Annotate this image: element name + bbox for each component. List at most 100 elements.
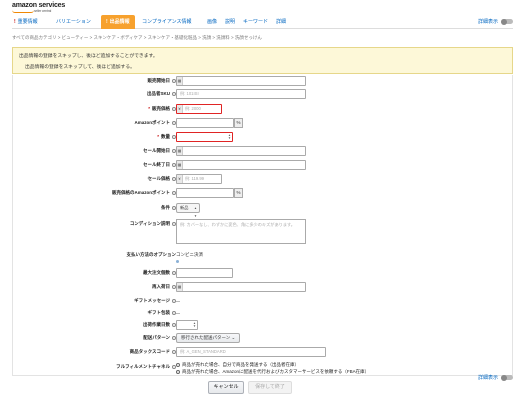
restock-date-input[interactable]: ▦: [176, 282, 306, 292]
tab-label: 重要情報: [17, 19, 38, 25]
amazon-services-logo[interactable]: amazon services seller central: [12, 2, 66, 13]
sale-start-row: セール開始日 ▦: [13, 146, 514, 158]
field-label: セール終了日: [143, 162, 176, 168]
tab-label: キーワード: [243, 19, 269, 25]
skip-offer-banner: 出品情報の登録をスキップし、後ほど追加することができます。 出品情報の登録をスキ…: [12, 47, 513, 74]
sale-end-input[interactable]: ▦: [176, 160, 306, 170]
yen-icon: ¥: [177, 105, 183, 113]
save-and-finish-button[interactable]: 保存して終了: [248, 381, 292, 394]
calendar-icon[interactable]: ▦: [177, 77, 183, 85]
tab-label: 出品情報: [109, 19, 130, 25]
field-label: 商品タックスコード: [130, 349, 176, 355]
lead-time-stepper[interactable]: ▲ ▼: [176, 320, 198, 330]
release-date-row: 販売開始日 ▦: [13, 76, 514, 88]
footer: キャンセル 保存して終了 詳細表示: [12, 374, 513, 400]
advanced-view-label: 詳細表示: [477, 375, 498, 381]
radio-button[interactable]: [176, 369, 180, 374]
advanced-view-toggle-bottom[interactable]: 詳細表示: [478, 374, 513, 381]
shipping-template-row: 配送パターン 移行された配送パターン ⌄: [13, 333, 514, 345]
price-row: * 販売価格 ¥ 例: 2000: [13, 104, 514, 116]
cancel-button[interactable]: キャンセル: [208, 381, 244, 394]
percent-unit: %: [234, 188, 243, 198]
required-marker: *: [148, 106, 150, 111]
radio-button[interactable]: [176, 362, 180, 367]
release-date-input[interactable]: ▦: [176, 76, 306, 86]
field-label: * 販売価格: [148, 106, 176, 112]
tab-label: 画像: [207, 19, 218, 25]
sale-price-row: セール価格 ¥ 例: 119.99: [13, 174, 514, 186]
tab-bar: ! 重要情報 バリエーション ! 出品情報 コンプライアンス情報 画像 説明 キーワ…: [12, 15, 513, 29]
stepper-arrows-icon[interactable]: ▲ ▼: [193, 321, 196, 329]
tab-description[interactable]: 説明: [225, 15, 235, 29]
logo-subtext: seller central: [34, 9, 52, 13]
fulfillment-option-merchant[interactable]: 商品が売れた場合、自分で商品を発送する（出品者在庫）: [176, 362, 299, 368]
condition-note-row: コンディション説明 例: カバーなし、わずかに変色、角に多少のキズがあります。: [13, 219, 514, 244]
stepper-arrows-icon[interactable]: ▲ ▼: [228, 133, 231, 141]
advanced-view-label: 詳細表示: [477, 19, 498, 25]
field-label: 出品者SKU: [147, 91, 176, 97]
shipping-template-select[interactable]: 移行された配送パターン ⌄: [176, 333, 241, 343]
amazon-points-input[interactable]: [176, 118, 234, 128]
tab-variations[interactable]: バリエーション: [56, 15, 91, 29]
sale-start-input[interactable]: ▦: [176, 146, 306, 156]
field-label: 販売開始日: [148, 78, 176, 84]
tab-keywords[interactable]: キーワード: [243, 15, 268, 29]
yen-icon: ¥: [177, 175, 183, 183]
field-label: ギフト包装: [148, 310, 176, 316]
required-marker: *: [157, 134, 159, 139]
sale-price-input[interactable]: ¥ 例: 119.99: [176, 174, 222, 184]
alert-icon: !: [14, 19, 16, 25]
seller-sku-row: 出品者SKU 例: 101ISI: [13, 89, 514, 101]
calendar-icon[interactable]: ▦: [177, 147, 183, 155]
field-label: コンディション説明: [130, 221, 176, 227]
gift-message-checkbox[interactable]: [176, 299, 180, 304]
condition-select[interactable]: 新品 ▲ ▼: [176, 203, 200, 218]
field-label: 支払い方法のオプション: [126, 252, 177, 257]
fulfillment-row: フルフィルメントチャネル 商品が売れた場合、自分で商品を発送する（出品者在庫） …: [13, 362, 514, 374]
field-label: セール開始日: [143, 148, 176, 154]
tab-more-details[interactable]: 詳細: [276, 15, 286, 29]
field-label: Amazonポイント: [134, 120, 176, 126]
calendar-icon[interactable]: ▦: [177, 283, 183, 291]
max-order-input[interactable]: [176, 268, 233, 278]
field-label: 出荷作業日数: [143, 322, 176, 328]
header: amazon services seller central: [0, 0, 525, 13]
tab-label: コンプライアンス情報: [142, 19, 192, 25]
tax-code-input[interactable]: 例: A_GEN_STANDARD: [176, 347, 326, 357]
breadcrumb[interactable]: すべての商品カテゴリ > ビューティー > スキンケア・ボディケア > スキンケ…: [12, 35, 262, 41]
gift-wrap-row: ギフト包装: [13, 308, 514, 320]
skip-offer-link[interactable]: 出品情報の登録をスキップして、後ほど追加する。: [19, 63, 506, 70]
tab-offer[interactable]: ! 出品情報: [101, 15, 135, 29]
logo-text: amazon services: [12, 2, 66, 9]
condition-row: 条件 新品 ▲ ▼: [13, 203, 514, 218]
condition-note-textarea[interactable]: 例: カバーなし、わずかに変色、角に多少のキズがあります。: [176, 219, 306, 244]
price-input[interactable]: ¥ 例: 2000: [176, 104, 222, 114]
calendar-icon[interactable]: ▦: [177, 161, 183, 169]
quantity-stepper[interactable]: ▲ ▼: [176, 132, 233, 142]
tab-images[interactable]: 画像: [207, 15, 217, 29]
toggle-switch-icon[interactable]: [501, 374, 513, 381]
advanced-view-toggle[interactable]: 詳細表示: [478, 15, 513, 29]
field-label: 販売価格のAmazonポイント: [112, 190, 176, 196]
toggle-switch-icon[interactable]: [501, 18, 513, 25]
amazon-points-row: Amazonポイント %: [13, 118, 514, 130]
field-label: 条件: [161, 205, 176, 211]
chevron-down-icon: ⌄: [231, 335, 236, 340]
seller-sku-input[interactable]: 例: 101ISI: [176, 89, 306, 99]
max-order-row: 最大注文個数: [13, 268, 514, 280]
field-label: ギフトメッセージ: [134, 298, 176, 304]
sale-points-input[interactable]: [176, 188, 234, 198]
tax-code-row: 商品タックスコード 例: A_GEN_STANDARD: [13, 347, 514, 359]
gift-wrap-checkbox[interactable]: [176, 311, 180, 316]
tab-vital-info[interactable]: ! 重要情報: [14, 15, 38, 29]
payment-option-indicator[interactable]: [176, 259, 179, 264]
field-label: 配送パターン: [143, 335, 176, 341]
tab-label: 説明: [225, 19, 236, 25]
payment-row: 支払い方法のオプション コンビニ決済: [13, 250, 514, 264]
tab-compliance[interactable]: コンプライアンス情報: [142, 15, 192, 29]
percent-unit: %: [234, 118, 243, 128]
logo-smile-icon: [12, 10, 34, 13]
field-label: セール価格: [148, 176, 176, 182]
lead-time-row: 出荷作業日数 ▲ ▼: [13, 320, 514, 332]
field-label: 最大注文個数: [143, 270, 176, 276]
